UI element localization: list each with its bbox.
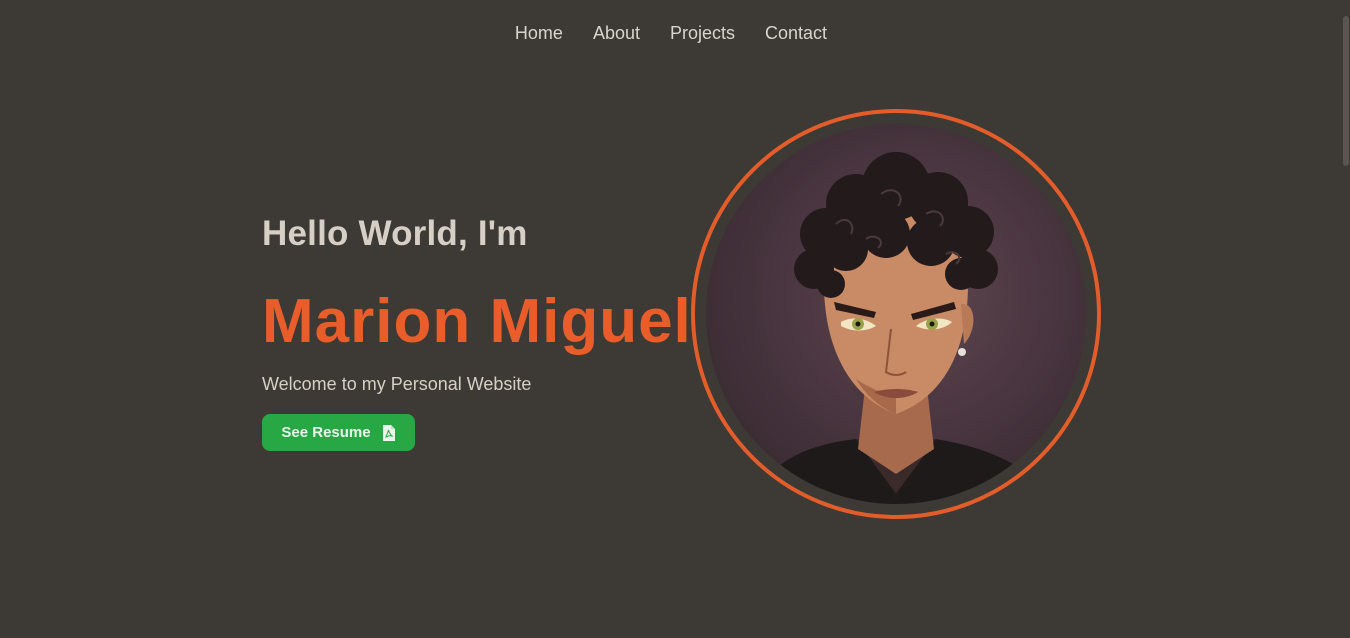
scrollbar-thumb[interactable] <box>1343 16 1349 166</box>
top-nav: Home About Projects Contact <box>0 22 1342 44</box>
nav-about-link[interactable]: About <box>578 22 655 44</box>
hero-greeting: Hello World, I'm <box>262 214 528 253</box>
page: Home About Projects Contact Hello World,… <box>0 0 1350 638</box>
file-pdf-icon <box>382 424 396 441</box>
page-scrollbar[interactable] <box>1342 0 1350 638</box>
see-resume-button[interactable]: See Resume <box>262 414 415 451</box>
nav-projects-link[interactable]: Projects <box>655 22 750 44</box>
avatar-illustration <box>746 152 1056 504</box>
avatar <box>706 124 1086 504</box>
see-resume-label: See Resume <box>281 424 371 441</box>
nav-contact-link[interactable]: Contact <box>750 22 842 44</box>
nav-home-link[interactable]: Home <box>500 22 578 44</box>
hero-name: Marion Miguel <box>262 287 692 356</box>
hero-tagline: Welcome to my Personal Website <box>262 374 532 394</box>
